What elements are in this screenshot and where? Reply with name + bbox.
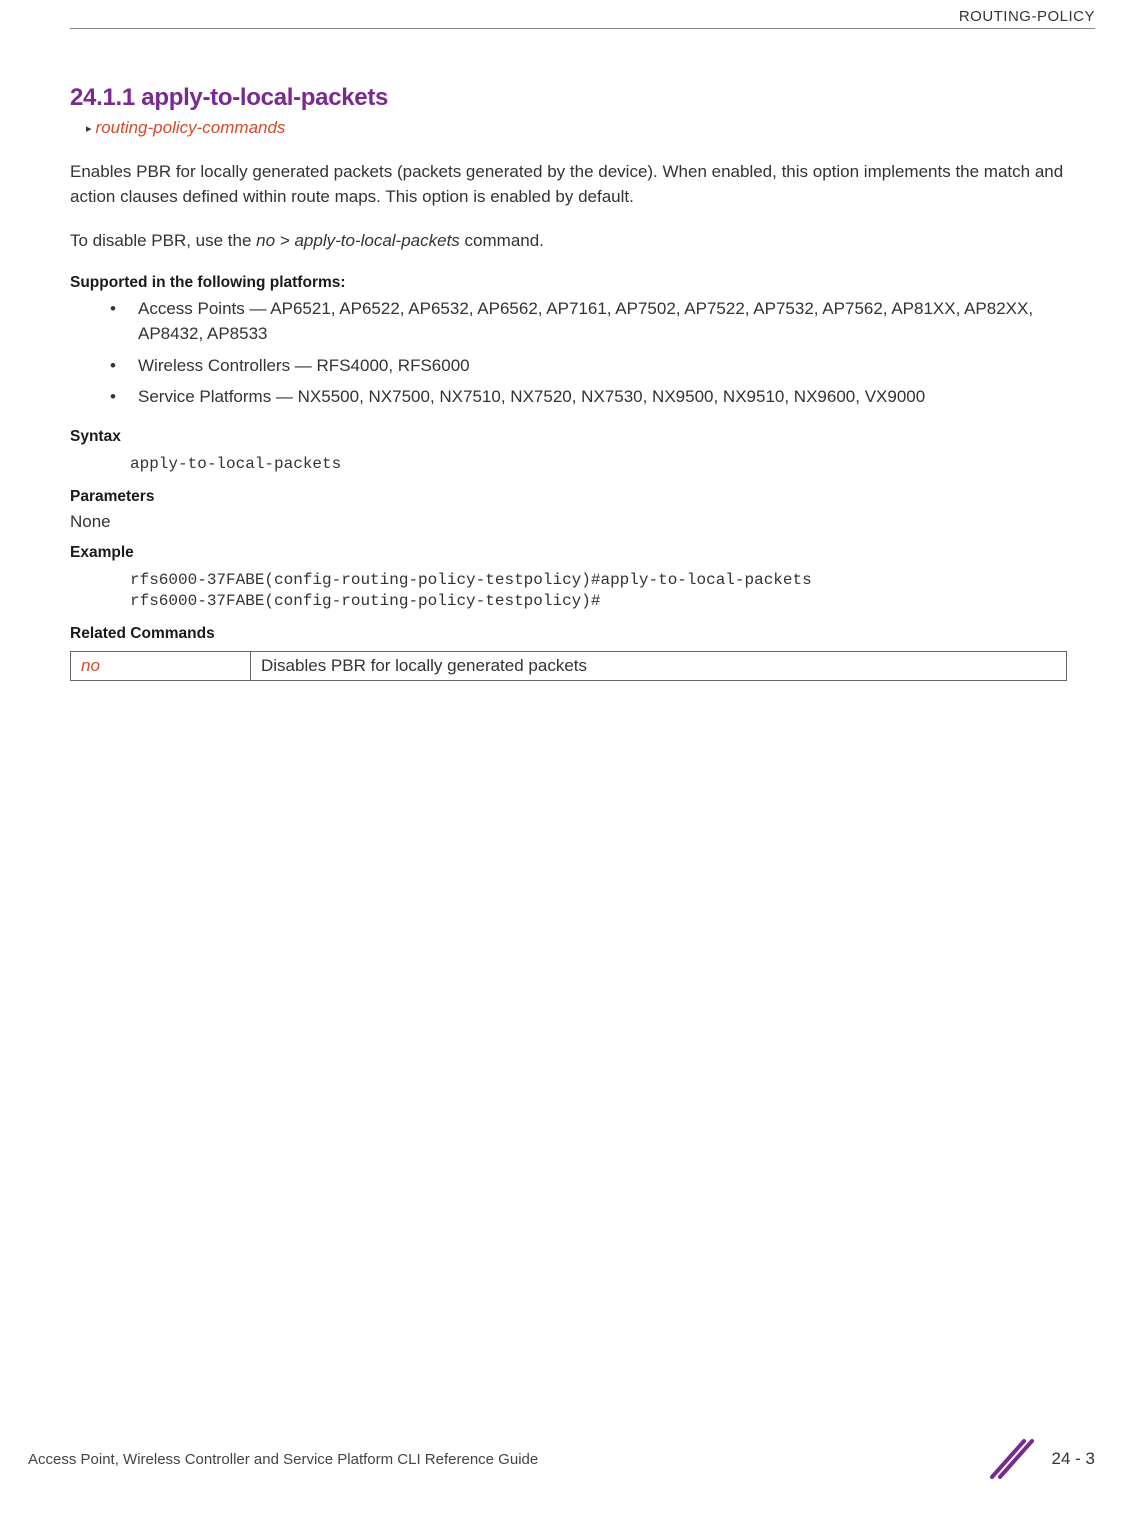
disable-command-text: no > apply-to-local-packets (256, 231, 460, 250)
section-title: 24.1.1 apply-to-local-packets (70, 84, 1067, 112)
syntax-code: apply-to-local-packets (130, 454, 1067, 476)
triangle-right-icon: ▸ (86, 122, 92, 135)
brand-logo-icon (986, 1435, 1034, 1483)
intro-paragraph: Enables PBR for locally generated packet… (70, 160, 1067, 209)
breadcrumb: ▸ routing-policy-commands (86, 118, 1067, 138)
header-rule (70, 28, 1095, 29)
parameters-value: None (70, 512, 1067, 532)
footer-guide-title: Access Point, Wireless Controller and Se… (28, 1451, 538, 1468)
related-commands-table: no Disables PBR for locally generated pa… (70, 651, 1067, 681)
breadcrumb-link[interactable]: routing-policy-commands (96, 118, 286, 138)
list-item: Service Platforms — NX5500, NX7500, NX75… (110, 384, 1067, 410)
disable-prefix: To disable PBR, use the (70, 231, 256, 250)
parameters-heading: Parameters (70, 488, 1067, 506)
syntax-heading: Syntax (70, 428, 1067, 446)
header-category: ROUTING-POLICY (959, 8, 1095, 25)
example-heading: Example (70, 544, 1067, 562)
table-row: no Disables PBR for locally generated pa… (71, 651, 1067, 680)
example-code: rfs6000-37FABE(config-routing-policy-tes… (130, 570, 1067, 613)
disable-paragraph: To disable PBR, use the no > apply-to-lo… (70, 229, 1067, 254)
platforms-heading: Supported in the following platforms: (70, 274, 1067, 292)
list-item: Wireless Controllers — RFS4000, RFS6000 (110, 353, 1067, 379)
platforms-list: Access Points — AP6521, AP6522, AP6532, … (110, 296, 1067, 410)
footer-right-group: 24 - 3 (986, 1435, 1095, 1483)
related-heading: Related Commands (70, 625, 1067, 643)
related-desc-cell: Disables PBR for locally generated packe… (251, 651, 1067, 680)
list-item: Access Points — AP6521, AP6522, AP6532, … (110, 296, 1067, 347)
page-number: 24 - 3 (1052, 1449, 1095, 1469)
page-footer: Access Point, Wireless Controller and Se… (28, 1435, 1095, 1483)
disable-suffix: command. (460, 231, 544, 250)
related-cmd-cell[interactable]: no (71, 651, 251, 680)
page-content: 24.1.1 apply-to-local-packets ▸ routing-… (70, 84, 1067, 681)
